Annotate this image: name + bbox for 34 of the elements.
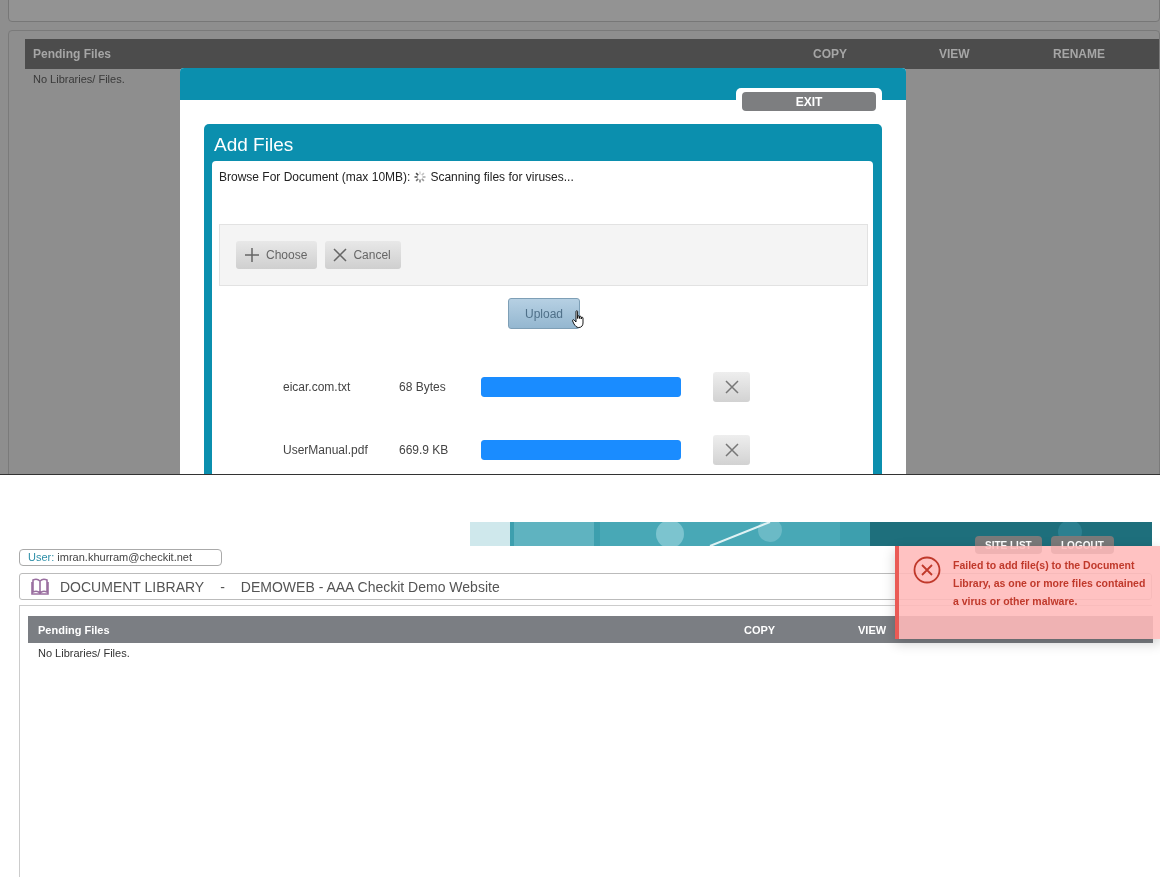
breadcrumb-text: DOCUMENT LIBRARY [60, 578, 205, 595]
error-icon [913, 556, 941, 584]
column-header: VIEW [939, 47, 970, 61]
column-header: VIEW [858, 624, 887, 636]
file-size: 68 Bytes [399, 380, 447, 394]
breadcrumb-text: - [220, 578, 225, 595]
browse-label: Browse For Document (max 10MB): [219, 170, 411, 184]
file-name: UserManual.pdf [283, 443, 369, 457]
exit-button[interactable]: EXIT [742, 92, 876, 111]
file-size: 669.9 KB [399, 443, 450, 457]
remove-file-button[interactable] [713, 372, 750, 402]
column-header: Pending Files [33, 47, 111, 61]
column-header: COPY [813, 47, 847, 61]
close-icon [724, 443, 739, 457]
remove-file-button[interactable] [713, 435, 750, 465]
empty-message: No Libraries/ Files. [37, 646, 131, 660]
column-header: COPY [744, 624, 776, 636]
user-field: User: imran.khurram@checkit.net [19, 549, 222, 566]
choose-button[interactable]: Choose [236, 241, 318, 269]
close-icon [333, 248, 348, 262]
column-header: Pending Files [38, 624, 110, 636]
plus-icon [244, 247, 260, 263]
spinner-icon [413, 170, 428, 184]
breadcrumb-text: DEMOWEB - AAA Checkit Demo Website [240, 578, 500, 595]
error-message: Failed to add file(s) to the Document Library, as one or more files contained a virus or other malware. [953, 558, 1147, 609]
dialog-title: Add Files [213, 133, 295, 157]
hand-cursor-icon [572, 310, 586, 328]
cancel-button[interactable]: Cancel [325, 241, 401, 269]
column-header: RENAME [1053, 47, 1105, 61]
status-text: Scanning files for viruses... [430, 170, 574, 184]
file-name: eicar.com.txt [283, 380, 352, 394]
empty-message: No Libraries/ Files. [32, 72, 126, 87]
close-icon [724, 380, 739, 394]
book-icon [30, 578, 50, 595]
